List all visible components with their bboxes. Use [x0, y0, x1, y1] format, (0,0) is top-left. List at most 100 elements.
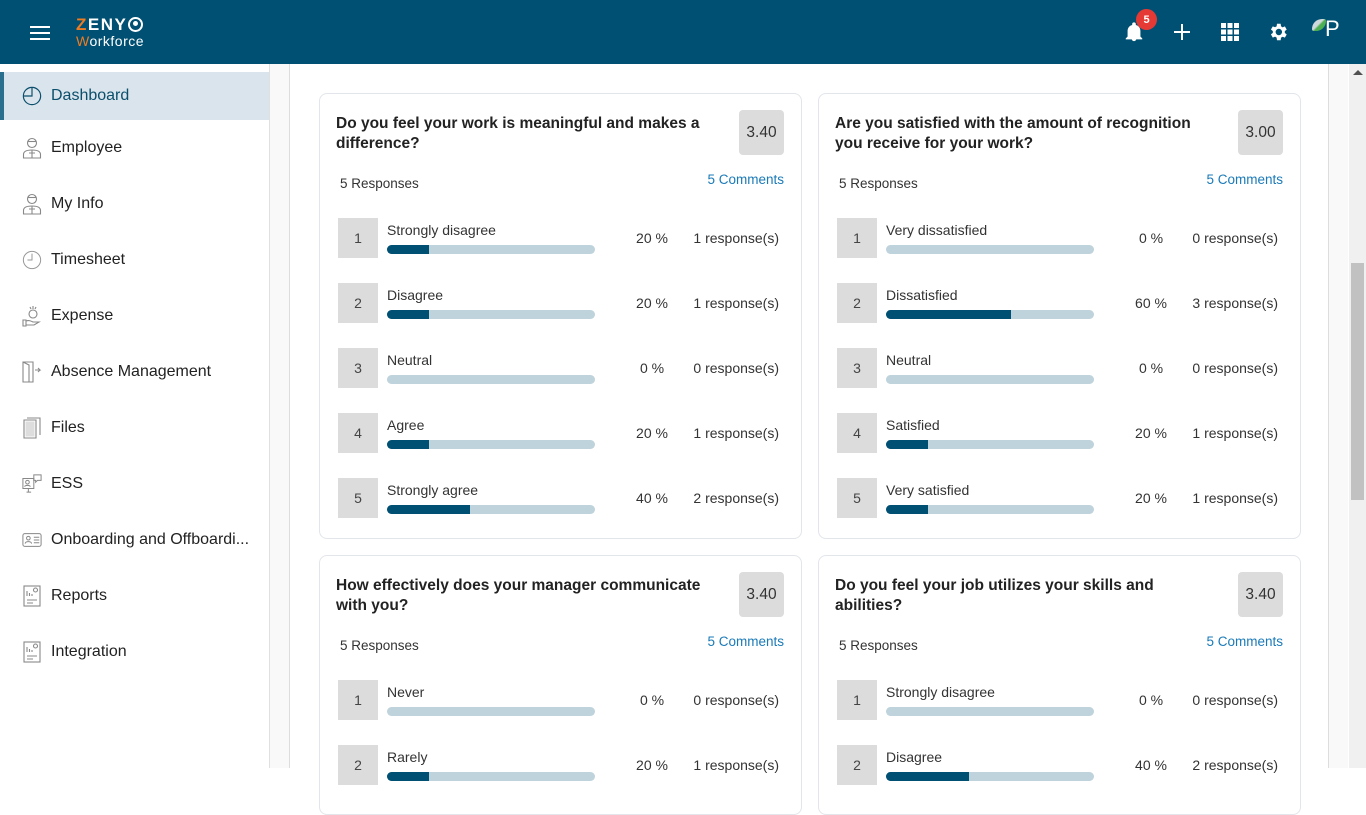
gear-icon[interactable]: [1266, 20, 1290, 44]
answer-option-row: 2 Disagree 20 % 1 response(s): [338, 283, 785, 323]
progress-bar-fill: [886, 310, 1011, 319]
option-percentage: 20 %: [636, 295, 668, 311]
avatar[interactable]: P: [1312, 16, 1344, 43]
notification-badge[interactable]: 5: [1136, 9, 1157, 30]
option-number: 2: [837, 283, 877, 323]
scroll-up-arrow-icon[interactable]: [1353, 70, 1363, 75]
response-count: 5 Responses: [340, 638, 419, 653]
sidebar-item-integration[interactable]: Integration: [0, 624, 269, 680]
sidebar-item-reports[interactable]: Reports: [0, 568, 269, 624]
answer-option-row: 2 Dissatisfied 60 % 3 response(s): [837, 283, 1284, 323]
option-response-count: 2 response(s): [693, 490, 779, 506]
answer-option-row: 3 Neutral 0 % 0 response(s): [837, 348, 1284, 388]
monitor-chat-icon: [22, 474, 42, 494]
option-number: 5: [837, 478, 877, 518]
sidebar-item-label: Dashboard: [51, 87, 130, 104]
progress-bar: [886, 375, 1094, 384]
report-icon: [22, 585, 42, 607]
answer-option-row: 1 Never 0 % 0 response(s): [338, 680, 785, 720]
logo-letter: W: [76, 33, 90, 49]
option-label: Dissatisfied: [886, 287, 958, 303]
option-label: Disagree: [387, 287, 444, 303]
menu-icon[interactable]: [30, 26, 50, 40]
file-icon: [22, 417, 42, 439]
content-gutter-left: [270, 64, 290, 768]
comments-link[interactable]: 5 Comments: [707, 634, 784, 649]
progress-bar: [387, 707, 595, 716]
question-card: Are you satisfied with the amount of rec…: [818, 93, 1301, 539]
scrollbar-thumb[interactable]: [1351, 263, 1364, 500]
option-label: Strongly disagree: [387, 222, 496, 238]
option-response-count: 0 response(s): [693, 360, 779, 376]
progress-bar-fill: [387, 505, 471, 514]
money-hand-icon: [22, 306, 42, 327]
comments-link[interactable]: 5 Comments: [707, 172, 784, 187]
employee-icon: [22, 137, 42, 159]
sidebar-item-expense[interactable]: Expense: [0, 288, 269, 344]
sidebar-item-employee[interactable]: Employee: [0, 120, 269, 176]
question-card: Do you feel your work is meaningful and …: [319, 93, 802, 539]
option-number: 3: [837, 348, 877, 388]
response-count: 5 Responses: [839, 176, 918, 191]
sidebar-item-absence-management[interactable]: Absence Management: [0, 344, 269, 400]
sidebar-item-dashboard[interactable]: Dashboard: [0, 72, 269, 120]
option-response-count: 0 response(s): [1192, 230, 1278, 246]
sidebar-item-ess[interactable]: ESS: [0, 456, 269, 512]
sidebar-item-label: Absence Management: [51, 363, 212, 380]
id-card-icon: [22, 530, 42, 550]
progress-bar-fill: [387, 310, 429, 319]
plus-icon[interactable]: [1170, 20, 1194, 44]
sidebar-item-files[interactable]: Files: [0, 400, 269, 456]
comments-link[interactable]: 5 Comments: [1206, 172, 1283, 187]
answer-option-row: 1 Very dissatisfied 0 % 0 response(s): [837, 218, 1284, 258]
option-percentage: 0 %: [1138, 230, 1164, 246]
option-label: Disagree: [886, 749, 943, 765]
apps-grid-icon[interactable]: [1218, 20, 1242, 44]
sidebar-item-label: Files: [51, 419, 85, 436]
option-number: 4: [338, 413, 378, 453]
sidebar-item-label: Timesheet: [51, 251, 126, 268]
progress-bar: [387, 245, 595, 254]
option-number: 2: [837, 745, 877, 785]
option-number: 5: [338, 478, 378, 518]
person-icon: [22, 193, 42, 215]
option-label: Satisfied: [886, 417, 940, 433]
question-title: Are you satisfied with the amount of rec…: [835, 115, 1191, 152]
progress-bar: [387, 505, 595, 514]
comments-link[interactable]: 5 Comments: [1206, 634, 1283, 649]
sidebar: Dashboard Employee My Info Timesheet Exp…: [0, 64, 270, 768]
option-percentage: 20 %: [1135, 490, 1167, 506]
sidebar-item-label: Expense: [51, 307, 114, 324]
logo[interactable]: Z ENY Workforce: [76, 16, 144, 48]
option-label: Agree: [387, 417, 425, 433]
sidebar-item-onboarding[interactable]: Onboarding and Offboardi...: [0, 512, 269, 568]
option-label: Strongly disagree: [886, 684, 995, 700]
logo-letter: Z: [76, 15, 88, 34]
option-response-count: 0 response(s): [693, 692, 779, 708]
option-label: Very satisfied: [886, 482, 970, 498]
option-percentage: 60 %: [1135, 295, 1167, 311]
progress-bar: [886, 440, 1094, 449]
question-card: Do you feel your job utilizes your skill…: [818, 555, 1301, 815]
sidebar-item-my-info[interactable]: My Info: [0, 176, 269, 232]
answer-option-row: 5 Strongly agree 40 % 2 response(s): [338, 478, 785, 518]
progress-bar-fill: [387, 772, 429, 781]
sidebar-item-label: Onboarding and Offboardi...: [51, 531, 250, 548]
option-number: 1: [338, 680, 378, 720]
option-percentage: 20 %: [636, 230, 668, 246]
option-response-count: 2 response(s): [1192, 757, 1278, 773]
progress-bar-fill: [387, 245, 429, 254]
option-percentage: 0 %: [639, 360, 665, 376]
option-percentage: 20 %: [636, 757, 668, 773]
answer-option-row: 5 Very satisfied 20 % 1 response(s): [837, 478, 1284, 518]
option-response-count: 3 response(s): [1192, 295, 1278, 311]
option-percentage: 20 %: [636, 425, 668, 441]
answer-option-row: 2 Disagree 40 % 2 response(s): [837, 745, 1284, 785]
vertical-scrollbar[interactable]: [1349, 64, 1366, 768]
option-response-count: 1 response(s): [693, 295, 779, 311]
answer-option-row: 1 Strongly disagree 0 % 0 response(s): [837, 680, 1284, 720]
clock-icon: [22, 250, 42, 270]
option-label: Very dissatisfied: [886, 222, 988, 238]
sidebar-item-timesheet[interactable]: Timesheet: [0, 232, 269, 288]
option-response-count: 1 response(s): [693, 230, 779, 246]
